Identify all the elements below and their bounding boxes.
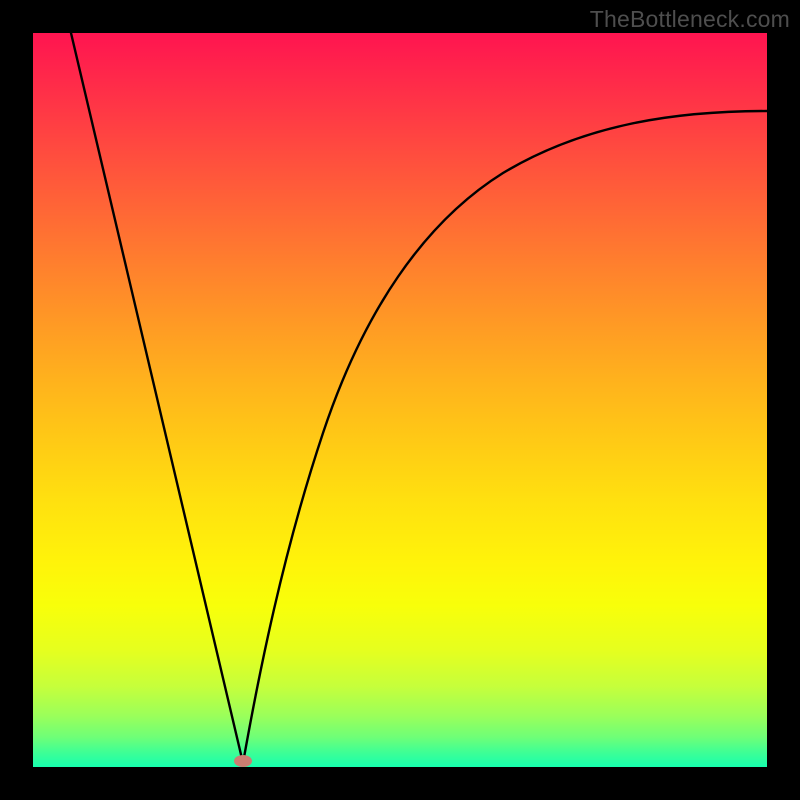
watermark-text: TheBottleneck.com [590, 6, 790, 33]
optimum-marker [234, 755, 252, 767]
chart-plot-area [33, 33, 767, 767]
bottleneck-curve [33, 33, 767, 767]
chart-frame: TheBottleneck.com [0, 0, 800, 800]
curve-left-branch [71, 33, 243, 763]
curve-right-branch [243, 111, 767, 763]
